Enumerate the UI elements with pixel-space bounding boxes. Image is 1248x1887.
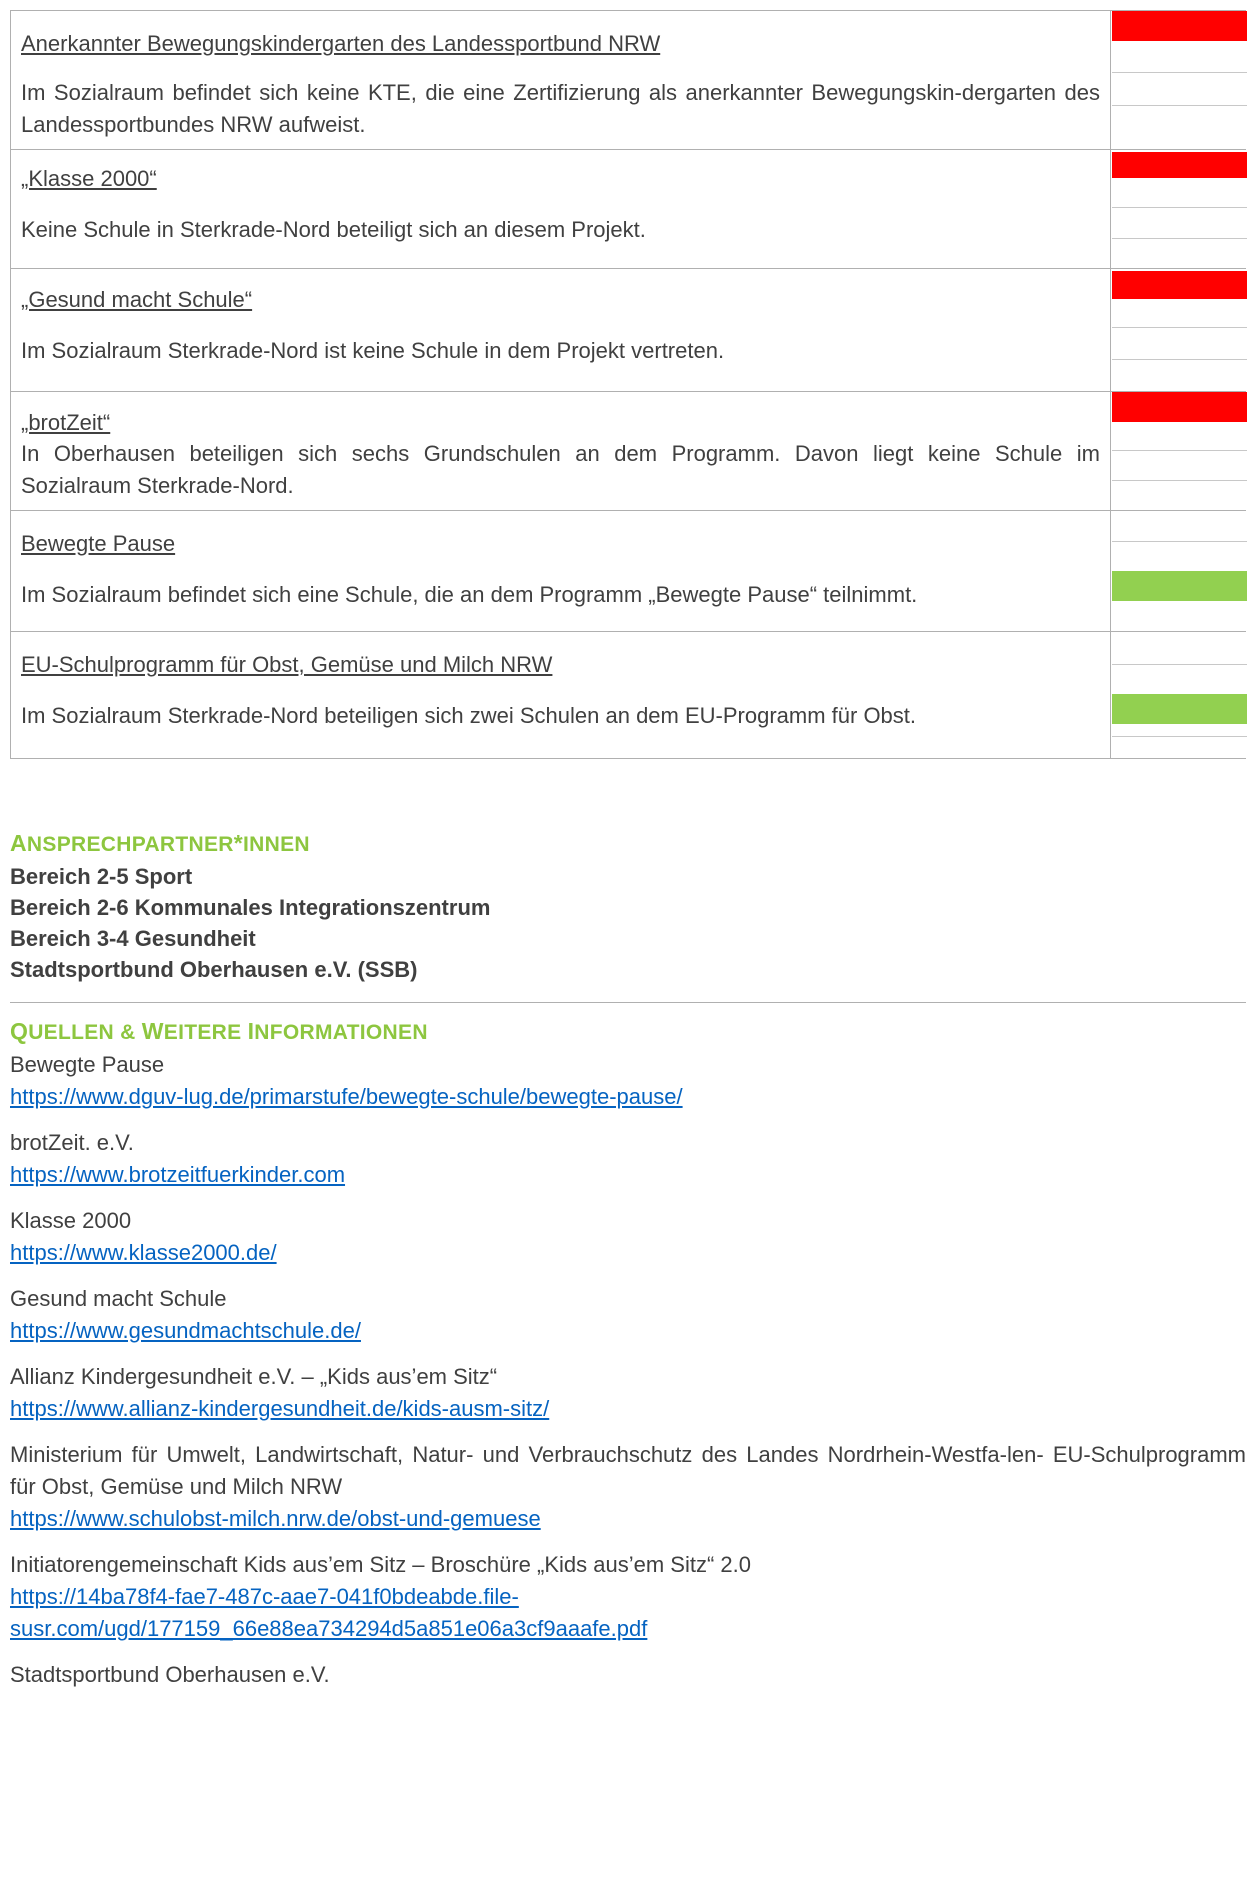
row-title: Bewegte Pause (21, 531, 176, 556)
traffic-light-indicator (1112, 632, 1247, 758)
contacts-heading: Ansprechpartner*innen (10, 830, 310, 856)
row-title: „brotZeit“ (21, 410, 111, 435)
source-title: brotZeit. e.V. (10, 1130, 134, 1155)
indicator-table: Anerkannter Bewegungskindergarten des La… (10, 10, 1247, 759)
source-entry: Stadtsportbund Oberhausen e.V. (10, 1659, 1246, 1691)
source-title: Initiatorengemeinschaft Kids aus’em Sitz… (10, 1552, 751, 1577)
source-entry: Bewegte Pause https://www.dguv-lug.de/pr… (10, 1049, 1246, 1113)
indicator-divider (1112, 72, 1247, 73)
contacts-section: Ansprechpartner*innen Bereich 2-5 Sport … (10, 830, 1246, 985)
indicator-divider (1112, 327, 1247, 328)
row-text-cell: Anerkannter Bewegungskindergarten des La… (11, 11, 1111, 149)
indicator-divider (1112, 238, 1247, 239)
source-link[interactable]: https://www.brotzeitfuerkinder.com (10, 1159, 1246, 1191)
sources-section: Quellen & Weitere Informationen Bewegte … (10, 1018, 1246, 1705)
source-link[interactable]: susr.com/ugd/177159_66e88ea734294d5a851e… (10, 1613, 1246, 1645)
section-divider (10, 1002, 1246, 1003)
row-title: EU-Schulprogramm für Obst, Gemüse und Mi… (21, 652, 553, 677)
green-indicator-bar (1112, 694, 1247, 724)
table-row: „Gesund macht Schule“ Im Sozialraum Ster… (10, 268, 1247, 391)
table-row: Bewegte Pause Im Sozialraum befindet sic… (10, 510, 1247, 631)
row-description: Im Sozialraum befindet sich keine KTE, d… (21, 80, 1100, 137)
indicator-divider (1112, 450, 1247, 451)
red-indicator-bar (1112, 392, 1247, 422)
source-title: Bewegte Pause (10, 1052, 165, 1077)
source-link[interactable]: https://www.allianz-kindergesundheit.de/… (10, 1393, 1246, 1425)
traffic-light-indicator (1112, 150, 1247, 268)
row-text-cell: EU-Schulprogramm für Obst, Gemüse und Mi… (11, 632, 1111, 758)
row-text-cell: Bewegte Pause Im Sozialraum befindet sic… (11, 511, 1111, 631)
source-title: Gesund macht Schule (10, 1286, 227, 1311)
row-description: Im Sozialraum befindet sich eine Schule,… (21, 582, 918, 607)
contact-item: Stadtsportbund Oberhausen e.V. (SSB) (10, 957, 418, 982)
source-entry: Initiatorengemeinschaft Kids aus’em Sitz… (10, 1549, 1246, 1645)
green-indicator-bar (1112, 571, 1247, 601)
row-description: Keine Schule in Sterkrade-Nord beteiligt… (21, 217, 646, 242)
traffic-light-indicator (1112, 392, 1247, 510)
contact-item: Bereich 3-4 Gesundheit (10, 926, 256, 951)
red-indicator-bar (1112, 271, 1247, 299)
indicator-divider (1112, 664, 1247, 665)
row-description: In Oberhausen beteiligen sich sechs Grun… (21, 441, 1100, 498)
document-page: Anerkannter Bewegungskindergarten des La… (0, 0, 1248, 1887)
source-entry: brotZeit. e.V. https://www.brotzeitfuerk… (10, 1127, 1246, 1191)
indicator-divider (1112, 359, 1247, 360)
indicator-divider (1112, 105, 1247, 106)
source-entry: Gesund macht Schule https://www.gesundma… (10, 1283, 1246, 1347)
source-link[interactable]: https://www.dguv-lug.de/primarstufe/bewe… (10, 1081, 1246, 1113)
source-link[interactable]: https://www.schulobst-milch.nrw.de/obst-… (10, 1503, 1246, 1535)
traffic-light-indicator (1112, 11, 1247, 149)
indicator-divider (1112, 736, 1247, 737)
traffic-light-indicator (1112, 511, 1247, 631)
row-text-cell: „Gesund macht Schule“ Im Sozialraum Ster… (11, 269, 1111, 391)
table-row: Anerkannter Bewegungskindergarten des La… (10, 10, 1247, 149)
source-title: Ministerium für Umwelt, Landwirtschaft, … (10, 1442, 1246, 1499)
source-entry: Allianz Kindergesundheit e.V. – „Kids au… (10, 1361, 1246, 1425)
source-title: Allianz Kindergesundheit e.V. – „Kids au… (10, 1364, 498, 1389)
source-entry: Ministerium für Umwelt, Landwirtschaft, … (10, 1439, 1246, 1535)
source-link[interactable]: https://14ba78f4-fae7-487c-aae7-041f0bde… (10, 1581, 1246, 1613)
source-link[interactable]: https://www.gesundmachtschule.de/ (10, 1315, 1246, 1347)
source-title: Stadtsportbund Oberhausen e.V. (10, 1662, 330, 1687)
red-indicator-bar (1112, 152, 1247, 178)
red-indicator-bar (1112, 11, 1247, 41)
row-text-cell: „Klasse 2000“ Keine Schule in Sterkrade-… (11, 150, 1111, 268)
source-title: Klasse 2000 (10, 1208, 132, 1233)
source-entry: Klasse 2000 https://www.klasse2000.de/ (10, 1205, 1246, 1269)
row-description: Im Sozialraum Sterkrade-Nord beteiligen … (21, 703, 917, 728)
table-row: EU-Schulprogramm für Obst, Gemüse und Mi… (10, 631, 1247, 759)
table-row: „brotZeit“ In Oberhausen beteiligen sich… (10, 391, 1247, 510)
indicator-divider (1112, 541, 1247, 542)
traffic-light-indicator (1112, 269, 1247, 391)
table-row: „Klasse 2000“ Keine Schule in Sterkrade-… (10, 149, 1247, 268)
contact-item: Bereich 2-5 Sport (10, 864, 193, 889)
indicator-divider (1112, 207, 1247, 208)
source-link[interactable]: https://www.klasse2000.de/ (10, 1237, 1246, 1269)
row-text-cell: „brotZeit“ In Oberhausen beteiligen sich… (11, 392, 1111, 510)
row-title: Anerkannter Bewegungskindergarten des La… (21, 31, 661, 56)
contact-item: Bereich 2-6 Kommunales Integrationszentr… (10, 895, 491, 920)
row-title: „Gesund macht Schule“ (21, 287, 253, 312)
sources-heading: Quellen & Weitere Informationen (10, 1018, 428, 1044)
indicator-divider (1112, 480, 1247, 481)
row-title: „Klasse 2000“ (21, 166, 157, 191)
row-description: Im Sozialraum Sterkrade-Nord ist keine S… (21, 338, 725, 363)
